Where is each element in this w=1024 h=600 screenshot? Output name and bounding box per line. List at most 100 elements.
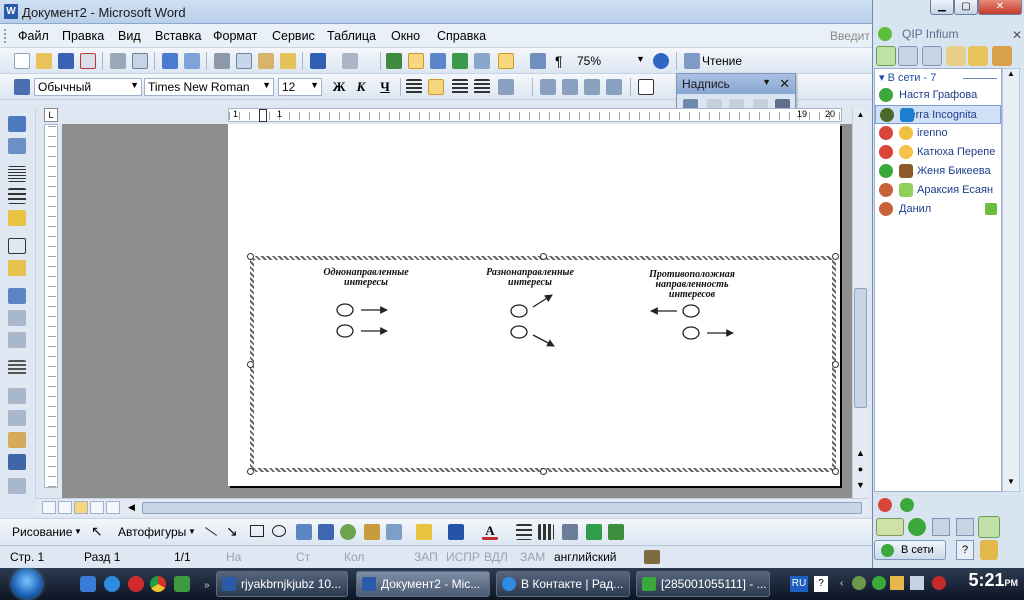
contact-item[interactable]: Настя Графова <box>875 86 1001 105</box>
web-view-icon[interactable] <box>58 501 72 514</box>
print-layout-icon[interactable] <box>74 501 88 514</box>
autoshapes-menu[interactable]: Автофигуры <box>118 525 186 539</box>
opera-icon[interactable] <box>128 576 144 592</box>
contact-item[interactable]: irenno <box>875 124 1001 143</box>
online-tab-icon[interactable] <box>898 46 918 66</box>
settings-icon[interactable] <box>956 518 974 536</box>
help-icon[interactable]: ? <box>814 576 828 592</box>
scroll-up-icon[interactable]: ▲ <box>1003 69 1019 83</box>
normal-view-icon[interactable] <box>42 501 56 514</box>
taskbar-task[interactable]: Документ2 - Mic... <box>356 571 490 597</box>
user-icon[interactable] <box>980 540 998 560</box>
close-icon[interactable]: ✕ <box>1012 28 1022 42</box>
font-color-icon[interactable]: A <box>482 524 498 540</box>
contact-item[interactable]: Катюха Перепе <box>875 143 1001 162</box>
group-header[interactable]: ▾ В сети - 7 <box>875 69 1001 86</box>
prev-page-icon[interactable]: ▲ <box>854 448 867 461</box>
contact-item[interactable]: Данил <box>875 200 1001 219</box>
chrome-icon[interactable] <box>150 576 166 592</box>
show-desktop-icon[interactable] <box>80 576 96 592</box>
next-page-icon[interactable]: ▼ <box>854 480 867 493</box>
shadow-style-icon[interactable] <box>586 524 602 540</box>
start-button[interactable] <box>12 569 42 599</box>
volume-icon[interactable] <box>910 576 924 590</box>
vertical-scrollbar[interactable]: ▲ ▲ ● ▼ <box>852 108 868 498</box>
tray-expand-icon[interactable]: ‹ <box>840 578 843 589</box>
online-icon <box>881 544 894 557</box>
language-indicator[interactable]: RU <box>790 576 808 592</box>
status-pages: 1/1 <box>174 550 191 564</box>
oval-icon[interactable] <box>272 525 286 537</box>
minimize-icon[interactable]: ▁ <box>930 0 954 15</box>
taskbar-task[interactable]: rjyakbrnjkjubz 10... <box>216 571 348 597</box>
wordart-icon[interactable] <box>318 524 334 540</box>
scroll-left-icon[interactable]: ◀ <box>128 502 135 513</box>
spelling-status-icon[interactable] <box>644 550 660 564</box>
arrows-icon[interactable] <box>876 518 904 536</box>
reading-view-icon[interactable] <box>106 501 120 514</box>
line-color-icon[interactable] <box>448 524 464 540</box>
scroll-thumb[interactable] <box>142 502 862 514</box>
maximize-icon[interactable]: ▢ <box>954 0 978 15</box>
ie-icon[interactable] <box>104 576 120 592</box>
plugins-icon[interactable] <box>978 516 1000 538</box>
app-icon[interactable] <box>174 576 190 592</box>
calendar-icon[interactable] <box>968 46 988 66</box>
dash-style-icon[interactable] <box>538 524 554 540</box>
line-style-icon[interactable] <box>516 524 532 540</box>
horizontal-scrollbar[interactable]: ◀ <box>36 498 868 516</box>
status-rec[interactable]: ЗАП <box>414 550 438 564</box>
icq-icon[interactable] <box>900 498 914 512</box>
history-icon[interactable] <box>946 46 966 66</box>
textbox-icon[interactable] <box>296 524 312 540</box>
chat-icon[interactable] <box>908 518 926 536</box>
drawing-menu[interactable]: Рисование <box>12 525 72 539</box>
online-status-icon <box>879 164 893 178</box>
tray-icon[interactable] <box>852 576 866 590</box>
arrow-style-icon[interactable] <box>562 524 578 540</box>
help-icon[interactable]: ? <box>956 540 974 560</box>
fill-color-icon[interactable] <box>416 524 432 540</box>
status-icon[interactable] <box>878 498 892 512</box>
status-language[interactable]: английский <box>554 550 616 564</box>
sound-icon[interactable] <box>922 46 942 66</box>
network-icon[interactable] <box>890 576 904 590</box>
contact-item[interactable]: Араксия Есаян <box>875 181 1001 200</box>
diagram-icon[interactable] <box>340 524 356 540</box>
scroll-thumb[interactable] <box>854 288 867 408</box>
antivirus-icon[interactable] <box>932 576 946 590</box>
line-icon[interactable] <box>204 527 218 536</box>
diagram-drawing <box>336 294 734 347</box>
status-trk[interactable]: ИСПР <box>446 550 480 564</box>
contacts-tab-icon[interactable] <box>876 46 896 66</box>
scroll-up-icon[interactable]: ▲ <box>854 110 867 123</box>
qip-tray-icon[interactable] <box>872 576 886 590</box>
contact-item[interactable]: Terra Incognita <box>875 105 1001 124</box>
chevron-down-icon[interactable]: ▼ <box>188 527 196 536</box>
status-ext[interactable]: ВДЛ <box>484 550 508 564</box>
status-at: На <box>226 550 242 564</box>
scroll-down-icon[interactable]: ▼ <box>1003 477 1019 491</box>
arrow-icon[interactable]: ↘ <box>226 523 238 540</box>
clock[interactable]: 5:21PM <box>968 570 1018 591</box>
clipart-icon[interactable] <box>364 524 380 540</box>
contact-list[interactable]: ▾ В сети - 7 Настя Графова Terra Incogni… <box>874 68 1002 492</box>
select-objects-icon[interactable]: ↖ <box>91 523 103 540</box>
status-button[interactable]: В сети <box>874 540 946 560</box>
picture-icon[interactable] <box>386 524 402 540</box>
status-ovr[interactable]: ЗАМ <box>520 550 545 564</box>
menu-icon[interactable] <box>992 46 1012 66</box>
taskbar-task[interactable]: В Контакте | Рад... <box>496 571 630 597</box>
taskbar-task[interactable]: [285001055111] - ... <box>636 571 770 597</box>
contact-scrollbar[interactable]: ▲ ▼ <box>1002 68 1020 492</box>
contact-item[interactable]: Женя Бикеева <box>875 162 1001 181</box>
outline-view-icon[interactable] <box>90 501 104 514</box>
quicklaunch-more-icon[interactable]: » <box>204 580 210 591</box>
chevron-down-icon[interactable]: ▼ <box>74 527 82 536</box>
search-icon[interactable] <box>932 518 950 536</box>
3d-style-icon[interactable] <box>608 524 624 540</box>
rectangle-icon[interactable] <box>250 525 264 537</box>
close-icon[interactable]: ✕ <box>978 0 1022 15</box>
na-status-icon <box>879 202 893 216</box>
select-browse-object-icon[interactable]: ● <box>854 464 867 477</box>
